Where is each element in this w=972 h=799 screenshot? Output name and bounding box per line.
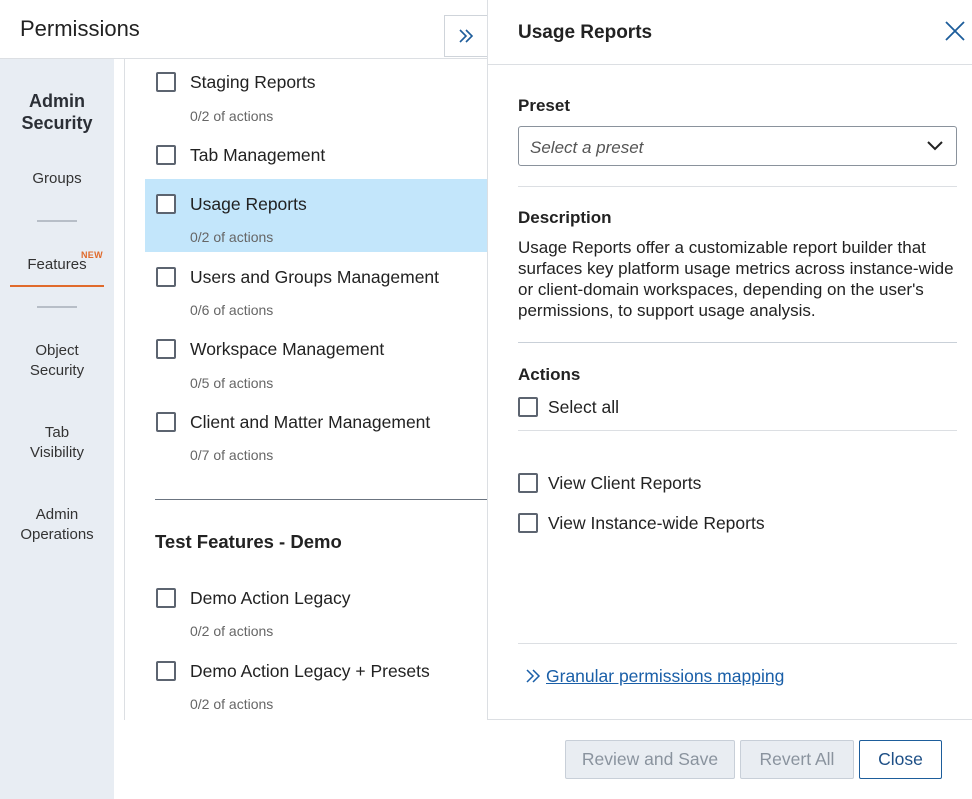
feature-row-staging-reports[interactable]: Staging Reports 0/2 of actions [145, 59, 487, 132]
actions-label: Actions [518, 365, 581, 384]
preset-placeholder: Select a preset [530, 138, 644, 157]
link-label: Granular permissions mapping [546, 666, 785, 686]
close-icon[interactable] [944, 20, 966, 42]
description-label: Description [518, 208, 612, 227]
sidebar-divider [37, 220, 77, 222]
feature-checkbox[interactable] [156, 588, 176, 608]
description-text: Usage Reports offer a customizable repor… [518, 238, 954, 320]
feature-action-count: 0/2 of actions [190, 108, 274, 124]
panel-title: Usage Reports [518, 22, 653, 43]
permissions-header: Permissions [0, 0, 487, 59]
double-chevron-right-icon [526, 669, 541, 683]
feature-row-client-matter-management[interactable]: Client and Matter Management 0/7 of acti… [145, 397, 487, 470]
feature-action-count: 0/5 of actions [190, 375, 274, 391]
select-all-label: Select all [548, 397, 620, 417]
feature-label: Staging Reports [190, 72, 316, 92]
preset-label: Preset [518, 96, 570, 115]
feature-action-count: 0/6 of actions [190, 302, 274, 318]
panel-header: Usage Reports [488, 0, 972, 65]
select-all-checkbox[interactable] [518, 397, 538, 417]
page-title: Permissions [20, 16, 140, 41]
feature-label: Tab Management [190, 145, 326, 165]
feature-action-count: 0/2 of actions [190, 623, 274, 639]
double-chevron-right-icon [459, 29, 474, 43]
feature-row-users-groups-management[interactable]: Users and Groups Management 0/6 of actio… [145, 252, 487, 325]
action-checkbox[interactable] [518, 513, 538, 533]
sidebar-item-admin-operations[interactable]: Admin Operations [0, 505, 114, 545]
feature-label: Client and Matter Management [190, 412, 431, 432]
feature-row-demo-action-legacy[interactable]: Demo Action Legacy 0/2 of actions [145, 573, 487, 646]
feature-label: Usage Reports [190, 194, 307, 214]
feature-checkbox[interactable] [156, 267, 176, 287]
action-checkbox[interactable] [518, 473, 538, 493]
review-and-save-button[interactable]: Review and Save [565, 740, 735, 779]
action-label: View Instance-wide Reports [548, 513, 765, 533]
feature-label: Workspace Management [190, 339, 385, 359]
feature-action-count: 0/2 of actions [190, 229, 274, 245]
feature-row-usage-reports[interactable]: Usage Reports 0/2 of actions [145, 179, 487, 252]
sidebar-heading: Admin Security [21, 91, 93, 133]
chevron-down-icon [927, 141, 943, 151]
preset-select[interactable]: Select a preset [518, 126, 957, 166]
sidebar-active-indicator [10, 285, 104, 287]
feature-list: Staging Reports 0/2 of actions Tab Manag… [124, 59, 487, 720]
sidebar-item-object-security[interactable]: Object Security [0, 341, 114, 381]
divider [518, 342, 957, 343]
feature-label: Demo Action Legacy + Presets [190, 661, 430, 681]
feature-row-workspace-management[interactable]: Workspace Management 0/5 of actions [145, 325, 487, 398]
section-title: Test Features - Demo [155, 531, 342, 552]
feature-action-count: 0/7 of actions [190, 447, 274, 463]
sidebar-item-label: Features [27, 256, 87, 273]
sidebar-divider [37, 306, 77, 308]
divider [518, 643, 957, 644]
feature-checkbox[interactable] [156, 72, 176, 92]
divider [518, 186, 957, 187]
feature-row-demo-action-legacy-presets[interactable]: Demo Action Legacy + Presets 0/2 of acti… [145, 646, 487, 719]
feature-checkbox[interactable] [156, 661, 176, 681]
close-button[interactable]: Close [859, 740, 942, 779]
feature-checkbox[interactable] [156, 145, 176, 165]
expand-panel-button[interactable] [444, 15, 487, 57]
action-label: View Client Reports [548, 473, 702, 493]
sidebar-nav: Admin Security Groups Features NEW Objec… [0, 59, 114, 799]
feature-label: Demo Action Legacy [190, 588, 351, 608]
feature-label: Users and Groups Management [190, 267, 440, 287]
sidebar-item-tab-visibility[interactable]: Tab Visibility [0, 423, 114, 463]
feature-detail-panel: Usage Reports Preset Select a preset Des… [487, 0, 972, 720]
sidebar-footer-strip [0, 720, 114, 799]
feature-checkbox[interactable] [156, 194, 176, 214]
feature-checkbox[interactable] [156, 339, 176, 359]
feature-checkbox[interactable] [156, 412, 176, 432]
feature-action-count: 0/2 of actions [190, 696, 274, 712]
new-badge: NEW [81, 250, 103, 260]
divider [518, 430, 957, 431]
revert-all-button[interactable]: Revert All [740, 740, 854, 779]
section-divider [155, 499, 487, 500]
feature-row-tab-management[interactable]: Tab Management [145, 132, 487, 179]
sidebar-item-groups[interactable]: Groups [0, 169, 114, 189]
